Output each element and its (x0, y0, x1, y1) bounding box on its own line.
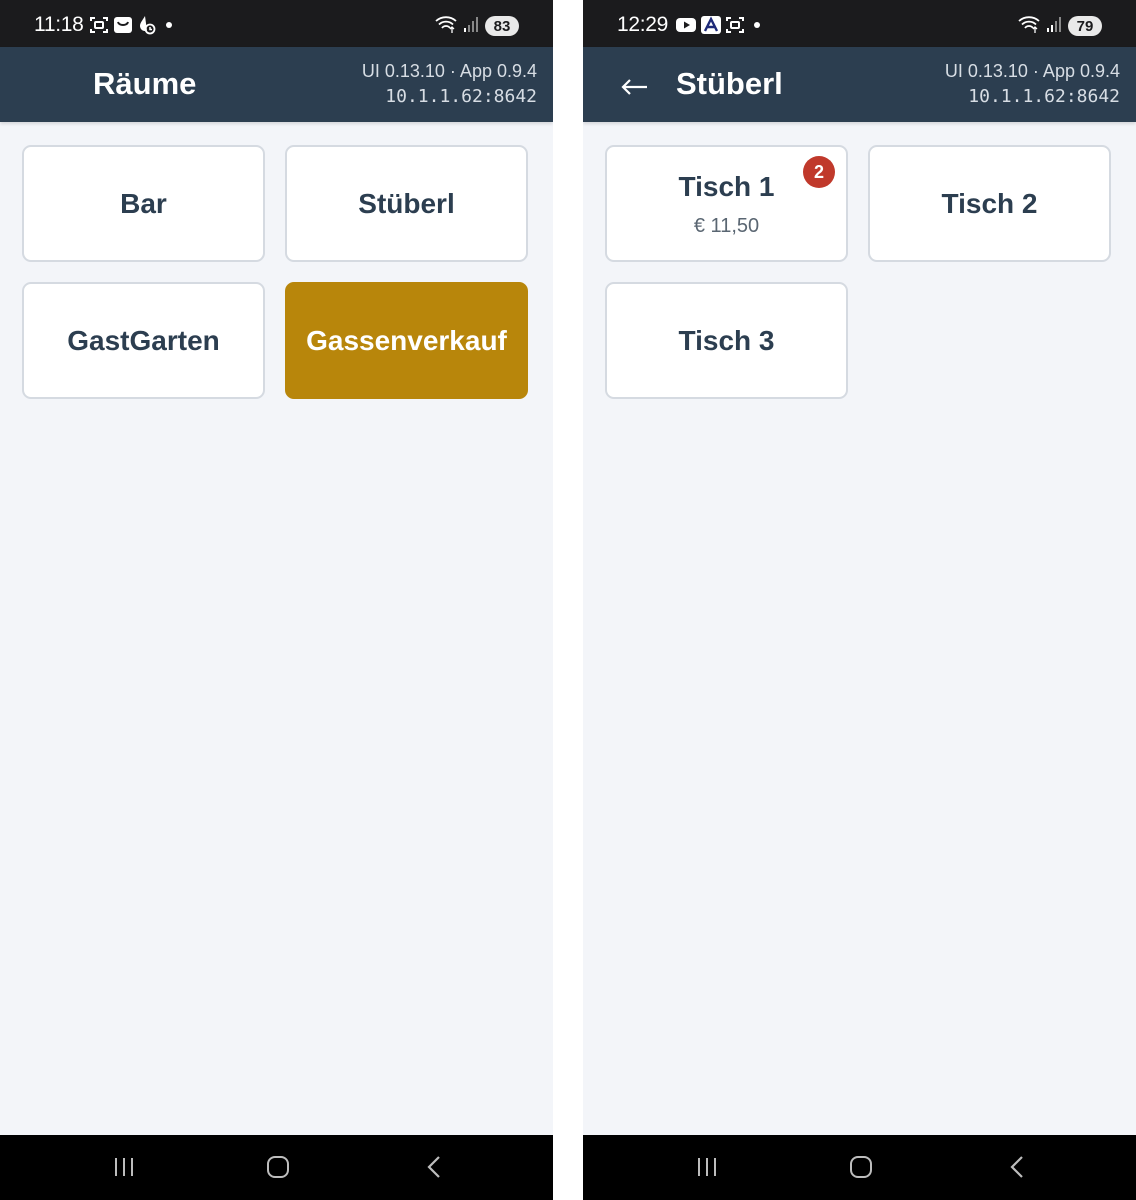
room-tile-gassenverkauf[interactable]: Gassenverkauf (285, 282, 528, 399)
battery-indicator: 83 (485, 16, 519, 36)
table-label: Tisch 2 (941, 187, 1038, 219)
room-tile-gastgarten[interactable]: GastGarten (22, 282, 265, 399)
status-bar: 11:18 83 (0, 0, 553, 47)
table-label: Tisch 1 (678, 171, 775, 202)
screenshot-icon (726, 16, 744, 34)
back-nav-icon[interactable] (1007, 1155, 1027, 1179)
wifi-icon (1018, 15, 1040, 38)
server-address: 10.1.1.62:8642 (968, 86, 1120, 107)
a-app-icon (701, 16, 721, 34)
server-address: 10.1.1.62:8642 (385, 86, 537, 107)
youtube-icon (676, 17, 696, 33)
version-info: UI 0.13.10 · App 0.9.4 (944, 61, 1120, 81)
more-notifications-dot (754, 22, 760, 28)
app-header: Räume UI 0.13.10 · App 0.9.4 10.1.1.62:8… (0, 47, 553, 122)
system-nav-bar (0, 1135, 553, 1200)
system-nav-bar (583, 1135, 1136, 1200)
room-tile-bar[interactable]: Bar (22, 145, 265, 262)
table-amount: € 11,50 (693, 215, 760, 237)
home-icon[interactable] (849, 1155, 873, 1179)
table-tile-tisch-3[interactable]: Tisch 3 (605, 282, 848, 399)
status-time: 12:29 (617, 13, 669, 36)
signal-icon (1046, 16, 1062, 37)
page-title: Räume (93, 66, 197, 101)
status-time: 11:18 (34, 13, 84, 36)
version-info: UI 0.13.10 · App 0.9.4 (361, 61, 537, 81)
table-label: Tisch 3 (678, 324, 775, 356)
order-count-badge: 2 (803, 156, 835, 188)
battery-indicator: 79 (1068, 16, 1102, 36)
status-bar: 12:29 79 (583, 0, 1136, 47)
table-tile-tisch-2[interactable]: Tisch 2 (868, 145, 1111, 262)
signal-icon (463, 16, 479, 37)
phone-screen-tables: 12:29 79 Stüberl UI 0.13.10 · App 0.9.4 … (583, 0, 1136, 1200)
shopping-bag-icon (113, 16, 133, 34)
back-arrow-icon[interactable] (620, 77, 648, 97)
room-label: Gassenverkauf (306, 324, 507, 356)
room-label: Bar (120, 187, 167, 219)
drop-timer-icon (138, 15, 156, 35)
status-notification-icons (90, 15, 172, 35)
status-notification-icons (676, 15, 760, 35)
phone-screen-rooms: 11:18 83 Räume UI 0.13.10 · App 0.9.4 10… (0, 0, 553, 1200)
recent-apps-icon[interactable] (695, 1155, 719, 1179)
room-tile-stueberl[interactable]: Stüberl (285, 145, 528, 262)
room-label: Stüberl (358, 187, 455, 219)
table-tile-tisch-1[interactable]: Tisch 1 € 11,50 2 (605, 145, 848, 262)
more-notifications-dot (166, 22, 172, 28)
room-label: GastGarten (67, 324, 220, 356)
page-title: Stüberl (676, 66, 783, 101)
status-right: 79 (1018, 15, 1102, 37)
recent-apps-icon[interactable] (112, 1155, 136, 1179)
back-nav-icon[interactable] (424, 1155, 444, 1179)
status-right: 83 (435, 15, 519, 37)
home-icon[interactable] (266, 1155, 290, 1179)
wifi-icon (435, 15, 457, 38)
app-header: Stüberl UI 0.13.10 · App 0.9.4 10.1.1.62… (583, 47, 1136, 122)
screenshot-icon (90, 16, 108, 34)
